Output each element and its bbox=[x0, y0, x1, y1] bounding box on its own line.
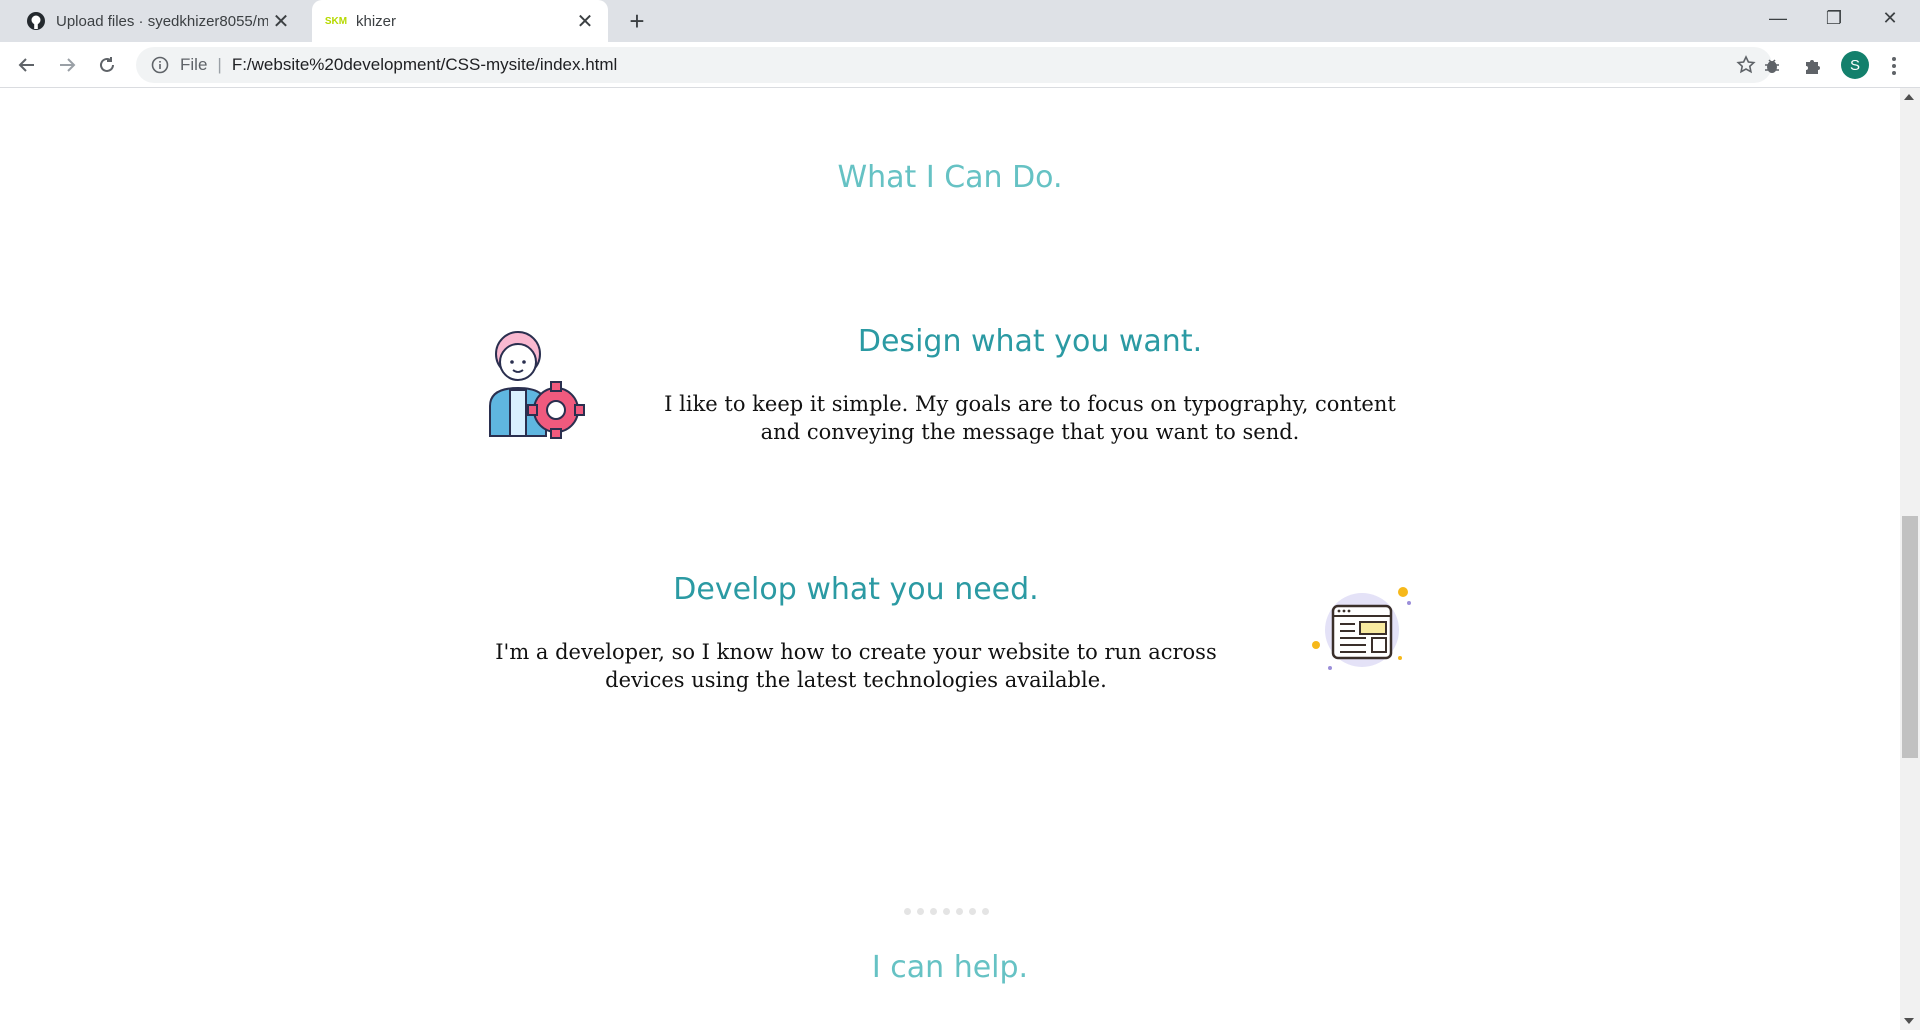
address-bar[interactable]: File | F:/website%20development/CSS-mysi… bbox=[136, 47, 1772, 83]
page-viewport: What I Can Do. Design what you want. I l… bbox=[0, 88, 1900, 1030]
divider-dot bbox=[969, 908, 976, 915]
divider-dot bbox=[930, 908, 937, 915]
new-tab-button[interactable]: + bbox=[622, 6, 652, 36]
bookmark-star-icon[interactable] bbox=[1736, 55, 1756, 75]
forward-arrow-icon bbox=[60, 58, 76, 72]
reload-button[interactable] bbox=[90, 48, 124, 82]
develop-text: I'm a developer, so I know how to create… bbox=[495, 640, 1217, 692]
browser-window-illustration bbox=[1310, 582, 1416, 672]
help-title: I can help. bbox=[871, 950, 1029, 985]
divider-dot bbox=[904, 908, 911, 915]
section-divider-dots bbox=[904, 908, 996, 916]
profile-avatar[interactable]: S bbox=[1841, 51, 1869, 79]
url-separator: | bbox=[217, 55, 222, 74]
tab-strip: Upload files · syedkhizer8055/my ✕ SKM k… bbox=[0, 0, 1920, 42]
site-info-icon[interactable] bbox=[150, 55, 170, 75]
back-button[interactable] bbox=[10, 48, 44, 82]
designer-illustration bbox=[480, 324, 592, 444]
tab-github-upload[interactable]: Upload files · syedkhizer8055/my ✕ bbox=[12, 0, 304, 42]
close-tab-icon[interactable]: ✕ bbox=[268, 8, 294, 34]
forward-button[interactable] bbox=[50, 48, 84, 82]
develop-heading: Develop what you need. bbox=[673, 572, 1039, 607]
close-tab-icon[interactable]: ✕ bbox=[572, 8, 598, 34]
github-icon bbox=[26, 11, 46, 31]
divider-dot bbox=[917, 908, 924, 915]
scrollbar-thumb[interactable] bbox=[1902, 516, 1918, 758]
divider-dot bbox=[943, 908, 950, 915]
section-title: What I Can Do. bbox=[837, 160, 1063, 195]
extensions-puzzle-icon[interactable] bbox=[1800, 54, 1824, 78]
bug-extension-icon[interactable] bbox=[1760, 54, 1784, 78]
design-heading: Design what you want. bbox=[857, 324, 1203, 359]
restore-button[interactable]: ❐ bbox=[1806, 0, 1862, 36]
divider-dot bbox=[982, 908, 989, 915]
tab-title: khizer bbox=[356, 12, 397, 30]
divider-dot bbox=[956, 908, 963, 915]
browser-toolbar: File | F:/website%20development/CSS-mysi… bbox=[0, 42, 1920, 88]
back-arrow-icon bbox=[18, 58, 34, 72]
reload-icon bbox=[100, 57, 114, 72]
minimize-button[interactable]: — bbox=[1750, 0, 1806, 36]
site-logo-text: SKM bbox=[324, 15, 348, 27]
site-logo-icon: SKM bbox=[324, 11, 348, 31]
design-text: I like to keep it simple. My goals are t… bbox=[664, 392, 1396, 444]
url-text: F:/website%20development/CSS-mysite/inde… bbox=[231, 55, 618, 74]
more-menu-icon[interactable] bbox=[1882, 54, 1906, 78]
scroll-up-arrow-icon[interactable] bbox=[1904, 94, 1914, 100]
close-window-button[interactable]: ✕ bbox=[1862, 0, 1918, 36]
scroll-down-arrow-icon[interactable] bbox=[1904, 1018, 1914, 1024]
url-scheme: File bbox=[180, 55, 208, 74]
tab-khizer[interactable]: SKM khizer ✕ bbox=[312, 0, 608, 42]
tab-title: Upload files · syedkhizer8055/my bbox=[56, 12, 268, 30]
profile-initial: S bbox=[1849, 56, 1860, 74]
